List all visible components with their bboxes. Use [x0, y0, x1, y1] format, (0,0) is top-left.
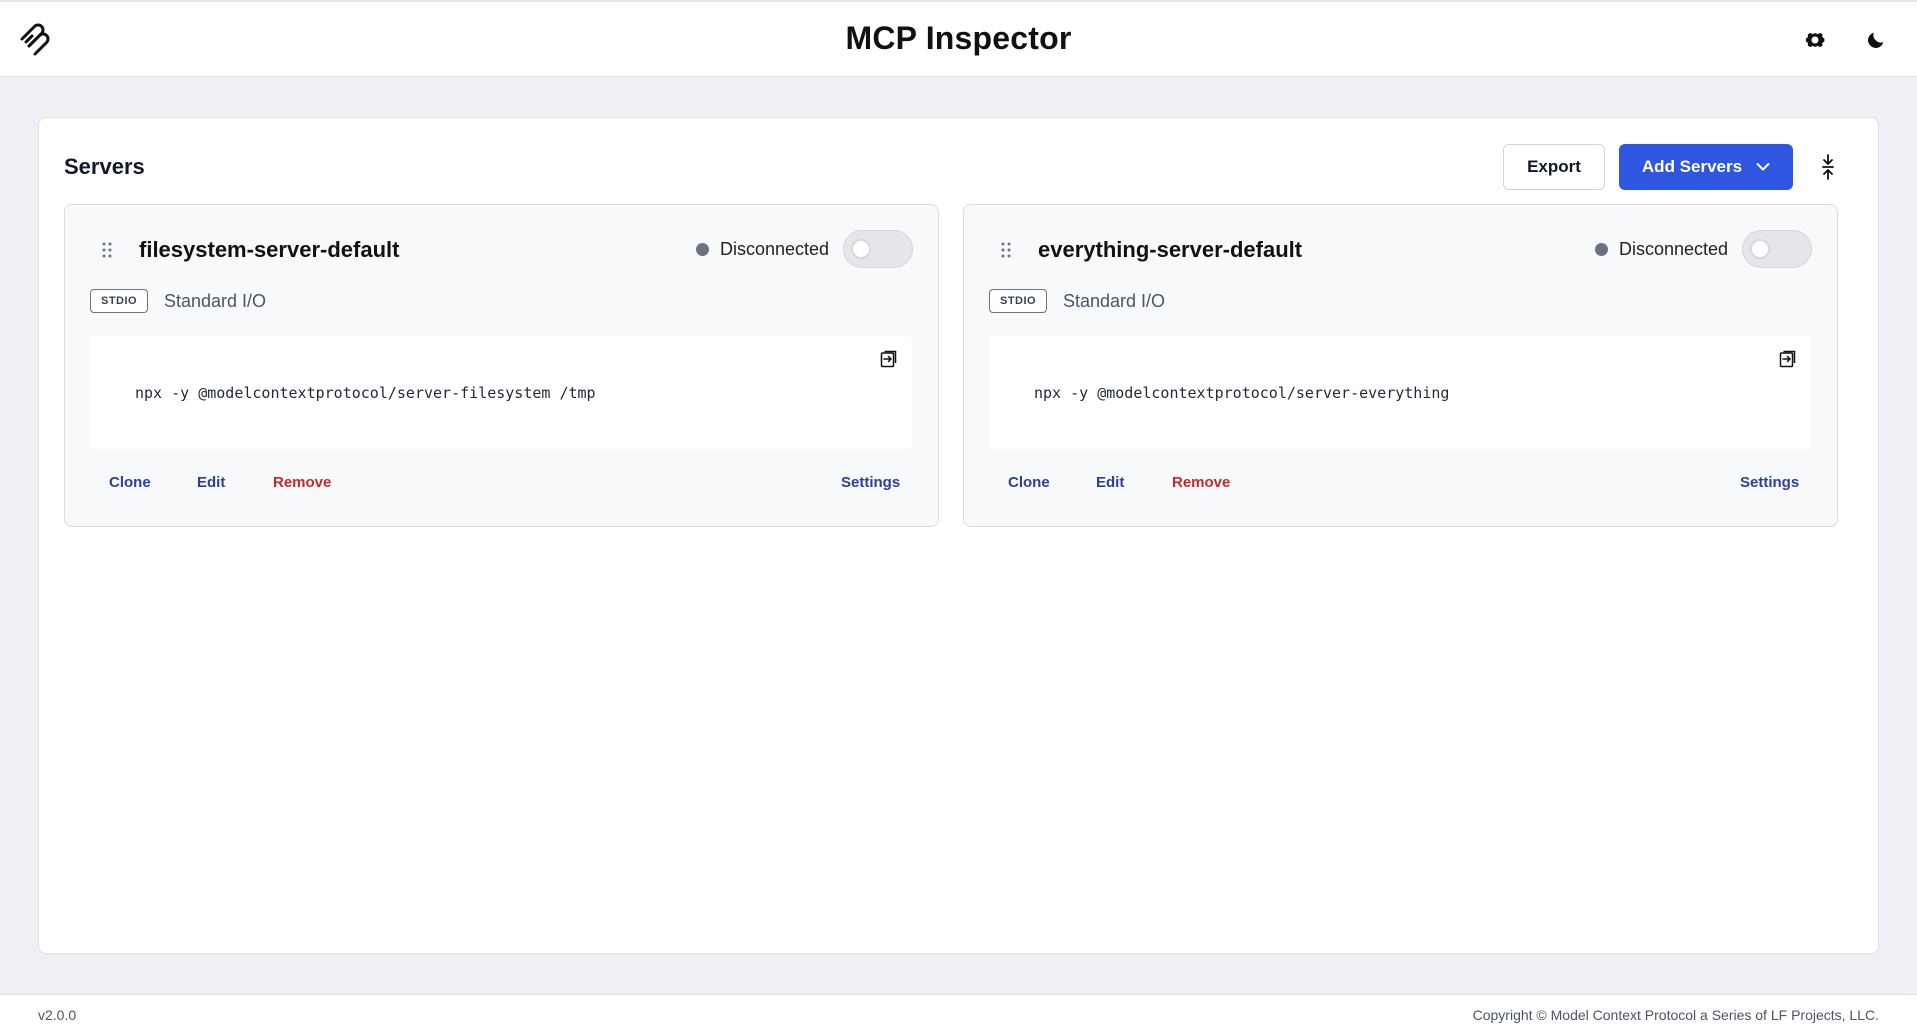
connection-toggle[interactable]: [843, 230, 913, 268]
copyright-text: Copyright © Model Context Protocol a Ser…: [1472, 1007, 1879, 1023]
copy-icon: [1779, 350, 1796, 368]
transport-badge: STDIO: [90, 289, 149, 313]
settings-button[interactable]: [1801, 26, 1829, 54]
server-card: filesystem-server-default Disconnected S…: [64, 204, 939, 527]
copy-command-button[interactable]: [1777, 348, 1799, 370]
server-name: filesystem-server-default: [139, 237, 400, 262]
server-settings-button[interactable]: Settings: [1740, 474, 1799, 491]
copy-icon: [880, 350, 897, 368]
export-button[interactable]: Export: [1503, 144, 1605, 190]
status-label: Disconnected: [720, 239, 830, 259]
chevron-down-icon: [1756, 163, 1770, 171]
server-card: everything-server-default Disconnected S…: [963, 204, 1838, 527]
remove-button[interactable]: Remove: [273, 474, 331, 491]
servers-panel: Servers Export Add Servers filesystem-se…: [38, 117, 1879, 954]
moon-icon: [1868, 32, 1884, 48]
status-indicator: [1595, 243, 1608, 256]
toggle-knob: [1750, 239, 1770, 259]
server-settings-button[interactable]: Settings: [841, 474, 900, 491]
app-title: MCP Inspector: [845, 20, 1072, 56]
connection-toggle[interactable]: [1742, 230, 1812, 268]
transport-badge: STDIO: [989, 289, 1048, 313]
copy-command-button[interactable]: [878, 348, 900, 370]
status-label: Disconnected: [1619, 239, 1729, 259]
app-footer: v2.0.0 Copyright © Model Context Protoco…: [0, 994, 1917, 1033]
remove-button[interactable]: Remove: [1172, 474, 1230, 491]
command-box: npx -y @modelcontextprotocol/server-file…: [90, 336, 912, 449]
servers-title: Servers: [64, 154, 145, 179]
gear-icon: [1805, 32, 1825, 48]
transport-label: Standard I/O: [164, 291, 267, 311]
clone-button[interactable]: Clone: [1008, 474, 1050, 491]
command-text: npx -y @modelcontextprotocol/server-ever…: [1034, 384, 1450, 402]
drag-handle-icon[interactable]: [1000, 241, 1012, 259]
version-label: v2.0.0: [38, 1007, 77, 1023]
app-header: MCP Inspector: [0, 0, 1917, 77]
theme-toggle-button[interactable]: [1862, 26, 1890, 54]
add-servers-label: Add Servers: [1641, 157, 1743, 176]
command-box: npx -y @modelcontextprotocol/server-ever…: [989, 336, 1811, 449]
command-text: npx -y @modelcontextprotocol/server-file…: [135, 384, 596, 402]
add-servers-button[interactable]: Add Servers: [1619, 144, 1793, 190]
transport-label: Standard I/O: [1063, 291, 1166, 311]
collapse-vertical-icon: [1822, 154, 1834, 180]
edit-button[interactable]: Edit: [1096, 474, 1124, 491]
collapse-all-button[interactable]: [1817, 152, 1839, 182]
clone-button[interactable]: Clone: [109, 474, 151, 491]
server-name: everything-server-default: [1038, 237, 1303, 262]
toggle-knob: [851, 239, 871, 259]
edit-button[interactable]: Edit: [197, 474, 225, 491]
drag-handle-icon[interactable]: [101, 241, 113, 259]
status-indicator: [696, 243, 709, 256]
